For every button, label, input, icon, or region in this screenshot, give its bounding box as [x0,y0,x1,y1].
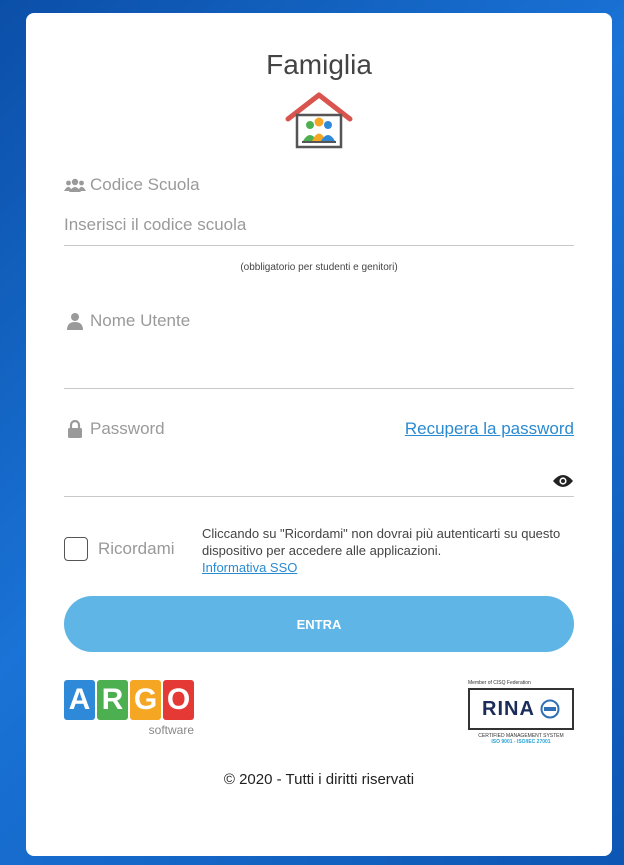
lock-icon [68,420,82,438]
rina-logo: Member of CISQ Federation RINA CERTIFIED… [468,680,574,745]
argo-logo: A R G O software [64,680,194,737]
argo-subtitle: software [148,723,194,737]
users-icon [64,178,86,192]
school-code-label: Codice Scuola [64,175,574,195]
argo-letter-r: R [97,680,128,720]
argo-letters: A R G O [64,680,194,720]
certification-seal-icon [540,699,560,719]
remember-group: Ricordami Cliccando su "Ricordami" non d… [64,525,574,576]
school-code-note: (obbligatorio per studenti e genitori) [240,262,398,273]
username-input[interactable] [64,351,574,389]
username-label-text: Nome Utente [90,311,191,330]
rina-top-text: Member of CISQ Federation [468,680,531,686]
login-card: Famiglia Codice Scuola Inserisci il codi… [26,13,612,856]
school-code-label-text: Codice Scuola [90,175,200,194]
eye-icon[interactable] [552,473,574,489]
rina-iso-text: ISO 9001 - ISO/IEC 27001 [491,739,551,745]
argo-letter-g: G [130,680,161,720]
login-button[interactable]: ENTRA [64,596,574,652]
user-icon [67,313,83,330]
footer-logos: A R G O software Member of CISQ Federati… [64,680,574,745]
remember-checkbox[interactable] [64,537,88,561]
remember-label: Ricordami [98,539,175,558]
password-group: Password Recupera la password [64,419,574,497]
page-title: Famiglia [266,49,372,80]
argo-letter-a: A [64,680,95,720]
rina-brand: RINA [482,697,535,720]
username-label: Nome Utente [64,311,574,331]
family-house-icon [285,92,353,149]
copyright: © 2020 - Tutti i diritti riservati [223,771,415,788]
argo-letter-o: O [163,680,194,720]
password-input[interactable] [64,449,574,497]
remember-description: Cliccando su "Ricordami" non dovrai più … [202,526,561,558]
username-group: Nome Utente [64,311,574,389]
password-label: Password [64,419,165,439]
sso-info-link[interactable]: Informativa SSO [202,560,297,575]
family-logo [64,91,574,155]
rina-brand-box: RINA [468,688,574,730]
school-code-group: Codice Scuola (obbligatorio per studenti… [64,175,574,273]
remember-description-block: Cliccando su "Ricordami" non dovrai più … [202,525,574,576]
recover-password-link[interactable]: Recupera la password [405,419,574,439]
password-label-text: Password [90,419,165,438]
school-code-input[interactable] [64,209,574,246]
